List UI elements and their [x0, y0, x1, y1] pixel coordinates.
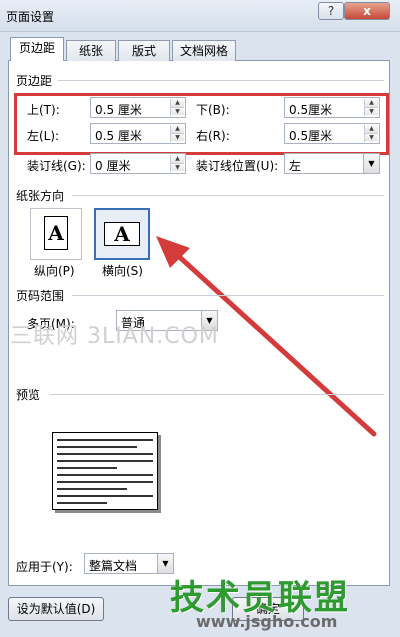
watermark-text: 三联网 3LIAN.COM [10, 324, 219, 349]
landscape-button[interactable]: A [94, 208, 150, 260]
close-button[interactable]: x [344, 2, 390, 20]
gutter-arrows[interactable]: ▲ ▼ [170, 155, 184, 172]
portrait-page-icon: A [44, 216, 68, 250]
tab-margins[interactable]: 页边距 [10, 37, 64, 61]
tab-paper[interactable]: 纸张 [66, 40, 116, 61]
pages-group-label: 页码范围 [16, 289, 65, 303]
highlight-box [14, 93, 389, 155]
gutter-position-select[interactable]: 左 ▼ [284, 153, 380, 174]
preview-page [52, 432, 158, 510]
spin-down-icon[interactable]: ▼ [171, 163, 184, 171]
portrait-label: 纵向(P) [34, 264, 75, 278]
tab-doc-grid[interactable]: 文档网格 [172, 40, 236, 61]
preview-group-line [50, 394, 384, 395]
gutter-value: 0 厘米 [95, 159, 131, 173]
orientation-group-label: 纸张方向 [16, 189, 65, 203]
apply-to-value: 整篇文档 [89, 559, 138, 573]
orientation-group-line [72, 195, 384, 196]
window-title: 页面设置 [6, 10, 55, 24]
gutter-position-label: 装订线位置(U): [196, 159, 279, 173]
margins-group-line [58, 80, 384, 81]
pages-group-line [72, 295, 384, 296]
gutter-label: 装订线(G): [27, 159, 86, 173]
gutter-position-value: 左 [289, 159, 302, 173]
preview-group-label: 预览 [16, 388, 41, 402]
landscape-label: 横向(S) [102, 264, 143, 278]
set-default-button[interactable]: 设为默认值(D) [8, 597, 104, 621]
help-button[interactable]: ? [318, 2, 344, 20]
spin-up-icon[interactable]: ▲ [171, 155, 184, 163]
margins-group-label: 页边距 [16, 74, 53, 88]
gutter-spinner[interactable]: 0 厘米 ▲ ▼ [90, 153, 186, 174]
brand-url: www.jsgho.com [196, 612, 338, 631]
portrait-button[interactable]: A [30, 208, 82, 260]
apply-to-select[interactable]: 整篇文档 ▼ [84, 553, 174, 574]
apply-to-label: 应用于(Y): [16, 560, 73, 574]
tab-layout[interactable]: 版式 [118, 40, 170, 61]
chevron-down-icon[interactable]: ▼ [363, 154, 379, 173]
landscape-page-icon: A [104, 222, 140, 246]
